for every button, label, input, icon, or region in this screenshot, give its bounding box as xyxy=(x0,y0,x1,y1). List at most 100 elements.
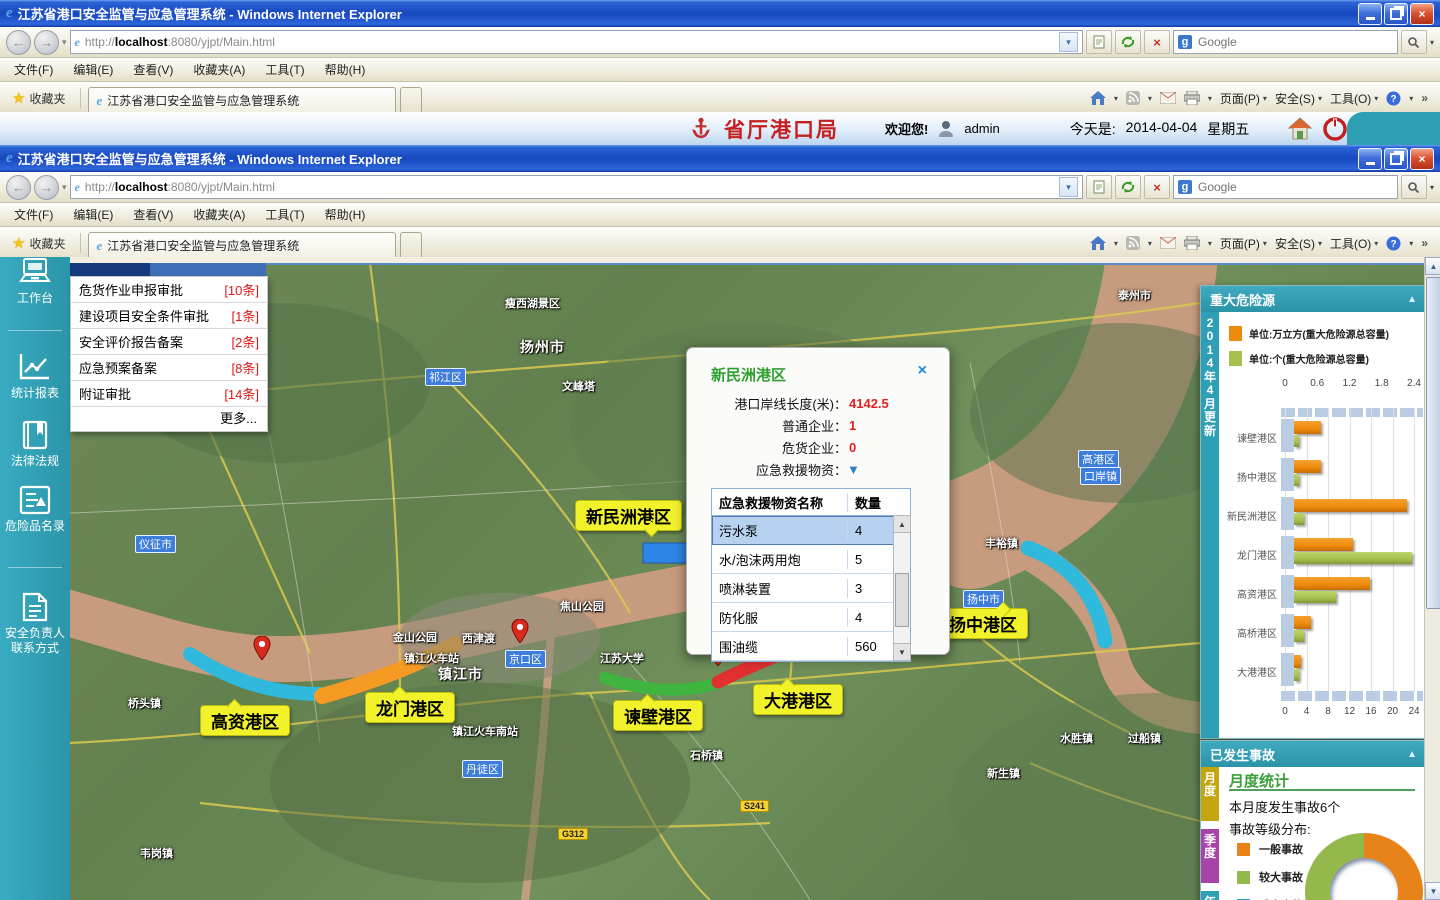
tools-menu[interactable]: 工具(O)▾ xyxy=(1330,235,1378,252)
browser-tab[interactable]: e 江苏省港口安全监管与应急管理系统 xyxy=(88,87,396,114)
nav-tab-strip[interactable] xyxy=(70,263,266,276)
compatibility-view-icon[interactable] xyxy=(1086,30,1112,54)
search-options-caret-icon[interactable]: ▾ xyxy=(1430,183,1434,192)
home-3d-icon[interactable] xyxy=(1287,117,1313,141)
address-bar[interactable]: e http://localhost:8080/yjpt/Main.html ▾ xyxy=(70,30,1083,54)
approval-menu-item[interactable]: 建设项目安全条件审批[1条] xyxy=(71,303,267,329)
email-icon[interactable] xyxy=(1160,237,1176,249)
collapse-icon[interactable]: ▲ xyxy=(1407,294,1417,305)
bar-count[interactable] xyxy=(1294,669,1299,681)
favorites-button[interactable]: ★ 收藏夹 xyxy=(4,231,73,255)
port-area-label[interactable]: 大港港区 xyxy=(753,684,843,715)
safety-menu[interactable]: 安全(S)▾ xyxy=(1275,90,1322,107)
approval-menu-item[interactable]: 应急预案备案[8条] xyxy=(71,355,267,381)
home-icon[interactable] xyxy=(1090,91,1106,105)
table-scrollbar[interactable]: ▲▼ xyxy=(893,515,910,661)
print-icon[interactable] xyxy=(1184,91,1200,105)
port-area-label[interactable]: 龙门港区 xyxy=(365,692,455,723)
help-icon[interactable]: ? xyxy=(1386,236,1401,251)
new-tab-stub[interactable] xyxy=(400,87,422,114)
menu-item[interactable]: 工具(T) xyxy=(255,203,314,226)
address-dropdown-icon[interactable]: ▾ xyxy=(1059,32,1078,52)
forward-button[interactable]: → xyxy=(34,175,59,200)
bar-count[interactable] xyxy=(1294,474,1299,486)
close-button[interactable]: × xyxy=(1410,3,1434,25)
bar-capacity[interactable] xyxy=(1294,538,1353,551)
menu-item[interactable]: 帮助(H) xyxy=(315,58,376,81)
table-row[interactable]: 防化服4 xyxy=(712,603,910,632)
browser-tab[interactable]: e 江苏省港口安全监管与应急管理系统 xyxy=(88,232,396,259)
restore-button[interactable] xyxy=(1384,3,1408,25)
search-options-caret-icon[interactable]: ▾ xyxy=(1430,38,1434,47)
map-pin-icon[interactable] xyxy=(511,619,529,643)
nav-history-caret-icon[interactable]: ▾ xyxy=(62,182,67,193)
minimize-button[interactable] xyxy=(1358,148,1382,170)
logout-power-icon[interactable] xyxy=(1323,117,1347,141)
stop-button[interactable]: × xyxy=(1144,175,1170,199)
table-row[interactable]: 喷淋装置3 xyxy=(712,574,910,603)
scrollbar-thumb[interactable] xyxy=(895,573,909,627)
port-area-label[interactable]: 新民洲港区 xyxy=(575,500,682,531)
scroll-down-icon[interactable]: ▼ xyxy=(1425,882,1440,900)
rss-feed-icon[interactable] xyxy=(1126,91,1140,105)
rss-feed-icon[interactable] xyxy=(1126,236,1140,250)
overflow-chevron-icon[interactable]: » xyxy=(1421,91,1428,105)
sidebar-item-reports[interactable]: 统计报表 xyxy=(0,352,70,401)
tools-menu[interactable]: 工具(O)▾ xyxy=(1330,90,1378,107)
page-menu[interactable]: 页面(P)▾ xyxy=(1220,235,1267,252)
close-button[interactable]: × xyxy=(1410,148,1434,170)
sidebar-item-hazmat-list[interactable]: 危险品名录 xyxy=(0,485,70,534)
search-button[interactable] xyxy=(1401,175,1427,199)
port-area-label[interactable]: 扬中港区 xyxy=(938,608,1028,639)
bar-capacity[interactable] xyxy=(1294,655,1301,668)
safety-menu[interactable]: 安全(S)▾ xyxy=(1275,235,1322,252)
bar-count[interactable] xyxy=(1294,630,1304,642)
port-arc-jianbi[interactable] xyxy=(605,678,715,690)
sidebar-item-workbench[interactable]: 工作台 xyxy=(0,257,70,306)
period-tab-2[interactable]: 季 度 xyxy=(1201,829,1219,883)
menu-item[interactable]: 收藏夹(A) xyxy=(183,58,255,81)
address-bar[interactable]: e http://localhost:8080/yjpt/Main.html ▾ xyxy=(70,175,1083,199)
period-tab-3[interactable]: 年 度 xyxy=(1201,891,1219,900)
table-row[interactable]: 围油缆560 xyxy=(712,632,910,661)
minimize-button[interactable] xyxy=(1358,3,1382,25)
compatibility-view-icon[interactable] xyxy=(1086,175,1112,199)
port-area-label[interactable]: 谏壁港区 xyxy=(613,700,703,731)
new-tab-stub[interactable] xyxy=(400,232,422,259)
nav-history-caret-icon[interactable]: ▾ xyxy=(62,37,67,48)
menu-item[interactable]: 编辑(E) xyxy=(63,58,123,81)
bar-capacity[interactable] xyxy=(1294,460,1321,473)
scroll-down-icon[interactable]: ▼ xyxy=(893,643,911,661)
bar-capacity[interactable] xyxy=(1294,577,1370,590)
back-button[interactable]: ← xyxy=(6,175,31,200)
port-zone-xinminzhou[interactable] xyxy=(643,543,689,563)
menu-item[interactable]: 帮助(H) xyxy=(315,203,376,226)
scroll-up-icon[interactable]: ▲ xyxy=(1425,257,1440,275)
scrollbar-thumb[interactable] xyxy=(1426,277,1440,609)
more-link[interactable]: 更多... xyxy=(71,407,267,431)
map-pin-icon[interactable] xyxy=(253,636,271,660)
scroll-up-icon[interactable]: ▲ xyxy=(893,515,911,533)
restore-button[interactable] xyxy=(1384,148,1408,170)
menu-item[interactable]: 文件(F) xyxy=(4,203,63,226)
email-icon[interactable] xyxy=(1160,92,1176,104)
port-area-label[interactable]: 高资港区 xyxy=(200,705,290,736)
dropdown-caret-icon[interactable]: ▼ xyxy=(847,462,860,477)
refresh-button[interactable] xyxy=(1115,30,1141,54)
collapse-icon[interactable]: ▲ xyxy=(1407,749,1417,760)
approval-menu-item[interactable]: 安全评价报告备案[2条] xyxy=(71,329,267,355)
sidebar-item-safety-contacts[interactable]: 安全负责人 联系方式 xyxy=(0,592,70,656)
forward-button[interactable]: → xyxy=(34,30,59,55)
bar-capacity[interactable] xyxy=(1294,616,1311,629)
bar-count[interactable] xyxy=(1294,513,1304,525)
refresh-button[interactable] xyxy=(1115,175,1141,199)
stop-button[interactable]: × xyxy=(1144,30,1170,54)
search-input[interactable] xyxy=(1196,179,1393,195)
page-scrollbar[interactable]: ▲ ▼ xyxy=(1424,257,1440,900)
search-input[interactable] xyxy=(1196,34,1393,50)
address-dropdown-icon[interactable]: ▾ xyxy=(1059,177,1078,197)
period-tab-1[interactable]: 月 度 xyxy=(1201,767,1219,821)
bar-count[interactable] xyxy=(1294,435,1299,447)
table-row[interactable]: 水/泡沫两用炮5 xyxy=(712,545,910,574)
sidebar-item-laws[interactable]: 法律法规 xyxy=(0,420,70,469)
